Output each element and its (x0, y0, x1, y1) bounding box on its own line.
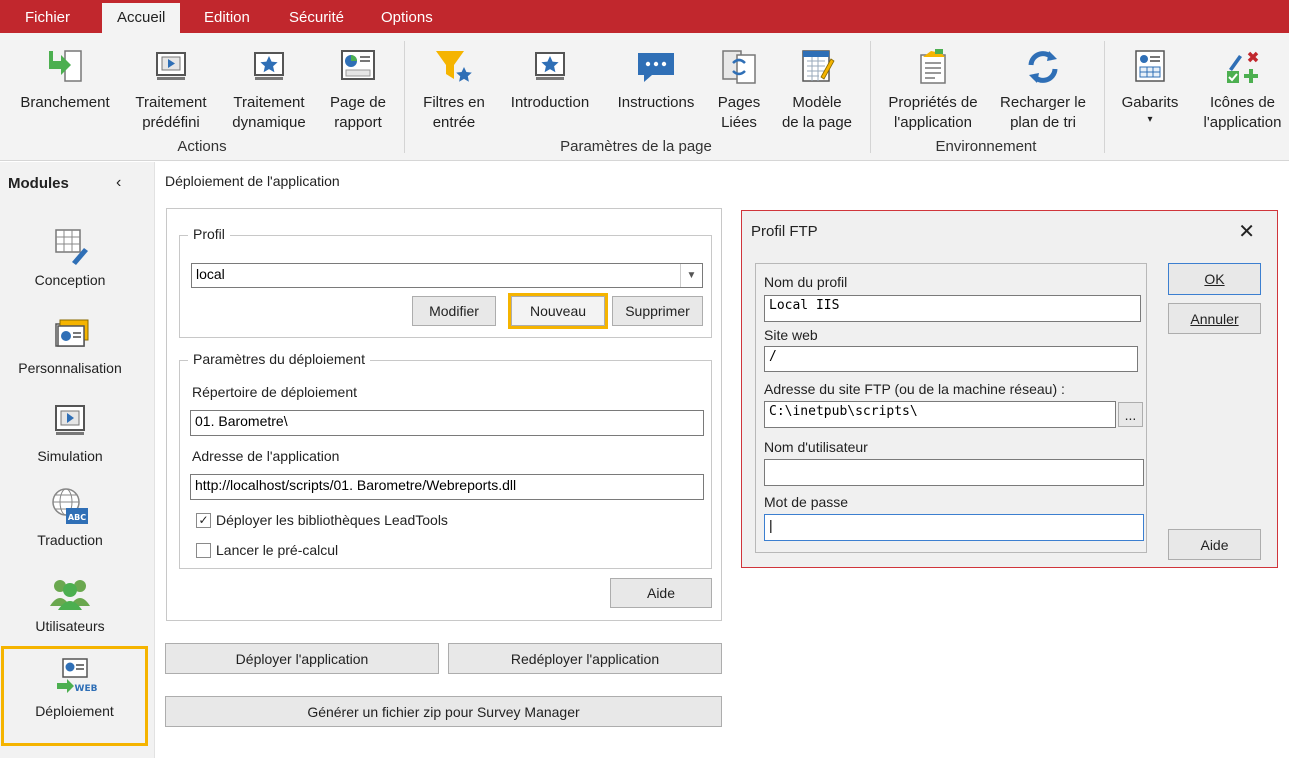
redeployer-button[interactable]: Redéployer l'application (448, 643, 722, 674)
star-monitor-icon (254, 52, 284, 80)
linked-pages-icon (722, 50, 756, 84)
template-stack-icon (1135, 50, 1165, 82)
nom-profil-label: Nom du profil (764, 274, 848, 290)
ribbon: Branchement Traitement prédéfini Traitem… (0, 33, 1289, 161)
star-monitor-icon (535, 52, 565, 80)
ribbon-separator (404, 41, 405, 153)
chevron-down-icon: ▾ (1147, 114, 1153, 125)
user-label: Nom d'utilisateur (764, 439, 868, 455)
deployer-button[interactable]: Déployer l'application (165, 643, 439, 674)
ftp-address-label: Adresse du site FTP (ou de la machine ré… (764, 381, 1065, 397)
introduction-button[interactable]: Introduction (502, 33, 598, 133)
instructions-button[interactable]: Instructions (608, 33, 704, 133)
page-template-icon (802, 50, 835, 82)
cards-icon (55, 319, 89, 347)
pages-liees-button[interactable]: Pages Liées (710, 33, 768, 133)
funnel-star-icon (436, 51, 472, 82)
params-fieldset: Paramètres du déploiement Répertoire de … (179, 351, 712, 569)
app-icons-icon (1226, 51, 1258, 83)
globe-abc-icon: ABC (52, 488, 88, 524)
dialog-aide-button[interactable]: Aide (1168, 529, 1261, 560)
tab-securite[interactable]: Sécurité (285, 5, 348, 33)
modifier-button[interactable]: Modifier (412, 296, 496, 326)
filtres-entree-button[interactable]: Filtres en entrée (414, 33, 494, 133)
modele-page-button[interactable]: Modèle de la page (776, 33, 858, 133)
grid-pencil-icon (55, 229, 88, 265)
profil-fieldset: Profil local ▼ Modifier Nouveau Supprime… (179, 226, 712, 338)
profil-legend: Profil (188, 226, 230, 242)
branchement-button[interactable]: Branchement (12, 33, 118, 133)
repertoire-label: Répertoire de déploiement (192, 384, 357, 400)
repertoire-input[interactable]: 01. Barometre\ (190, 410, 704, 436)
sidebar-item-conception[interactable]: Conception (0, 226, 140, 288)
supprimer-button[interactable]: Supprimer (612, 296, 703, 326)
site-web-label: Site web (764, 327, 818, 343)
abc-glyph: ABC (68, 513, 86, 522)
annuler-button[interactable]: Annuler (1168, 303, 1261, 334)
icones-application-button[interactable]: Icônes de l'application (1196, 33, 1289, 133)
precalcul-label: Lancer le pré-calcul (216, 542, 339, 558)
branch-arrow-icon (49, 50, 82, 82)
users-icon (50, 580, 90, 610)
user-input[interactable] (764, 459, 1144, 486)
dialog-title: Profil FTP (751, 223, 818, 240)
tab-fichier[interactable]: Fichier (21, 5, 74, 33)
sidebar-item-traduction[interactable]: ABC Traduction (0, 486, 140, 548)
properties-doc-icon (920, 49, 946, 84)
leadtools-label: Déployer les bibliothèques LeadTools (216, 512, 448, 528)
recharger-plan-button[interactable]: Recharger le plan de tri (994, 33, 1092, 133)
nom-profil-input[interactable]: Local IIS (764, 295, 1141, 322)
proprietes-button[interactable]: Propriétés de l'application (880, 33, 986, 133)
ftp-address-input[interactable]: C:\inetpub\scripts\ (764, 401, 1116, 428)
precalcul-checkbox[interactable] (196, 543, 211, 558)
ok-button[interactable]: OK (1168, 263, 1261, 295)
aide-button[interactable]: Aide (610, 578, 712, 608)
adresse-input[interactable]: http://localhost/scripts/01. Barometre/W… (190, 474, 704, 500)
traitement-predefini-button[interactable]: Traitement prédéfini (126, 33, 216, 133)
page-title: Déploiement de l'application (165, 173, 340, 189)
page-rapport-button[interactable]: Page de rapport (322, 33, 394, 133)
leadtools-checkbox[interactable]: ✓ (196, 513, 211, 528)
adresse-label: Adresse de l'application (192, 448, 340, 464)
params-legend: Paramètres du déploiement (188, 351, 370, 367)
sidebar-item-utilisateurs[interactable]: Utilisateurs (0, 572, 140, 634)
gabarits-button[interactable]: Gabarits ▾ (1114, 33, 1186, 133)
sidebar-title: Modules (8, 175, 69, 192)
env-group-label: Environnement (935, 138, 1037, 155)
nouveau-button[interactable]: Nouveau (508, 293, 608, 329)
ribbon-separator (1104, 41, 1105, 153)
monitor-play-icon (55, 405, 85, 435)
modules-sidebar: Modules ‹ Conception Personnalisation Si… (0, 162, 155, 758)
sidebar-item-deploiement[interactable]: WEB Déploiement (1, 646, 148, 746)
ribbon-tab-bar: Fichier Accueil Edition Sécurité Options (0, 0, 1289, 33)
sidebar-item-personnalisation[interactable]: Personnalisation (0, 314, 140, 376)
browse-button[interactable]: ... (1118, 402, 1143, 427)
tab-options[interactable]: Options (377, 5, 437, 33)
ribbon-separator (870, 41, 871, 153)
actions-group-label: Actions (177, 138, 227, 155)
password-label: Mot de passe (764, 494, 849, 510)
sidebar-item-simulation[interactable]: Simulation (0, 402, 140, 464)
password-input[interactable]: | (764, 514, 1144, 541)
refresh-icon (1028, 51, 1058, 83)
close-icon[interactable]: ✕ (1238, 219, 1255, 244)
profil-ftp-dialog: Profil FTP ✕ Nom du profil Local IIS Sit… (741, 210, 1278, 568)
page-group-label: Paramètres de la page (560, 138, 712, 155)
report-page-icon (341, 50, 375, 80)
collapse-sidebar-icon[interactable]: ‹ (116, 174, 121, 192)
web-deploy-icon: WEB (56, 658, 97, 694)
traitement-dynamique-button[interactable]: Traitement dynamique (224, 33, 314, 133)
web-glyph: WEB (74, 684, 96, 694)
chevron-down-icon[interactable]: ▼ (680, 264, 702, 287)
monitor-play-icon (156, 52, 186, 80)
deploy-panel: Profil local ▼ Modifier Nouveau Supprime… (166, 208, 722, 621)
chat-bubble-icon (638, 53, 674, 82)
site-web-input[interactable]: / (764, 346, 1138, 372)
profil-select[interactable]: local ▼ (191, 263, 703, 288)
tab-edition[interactable]: Edition (200, 5, 254, 33)
generer-zip-button[interactable]: Générer un fichier zip pour Survey Manag… (165, 696, 722, 727)
tab-accueil[interactable]: Accueil (102, 3, 181, 33)
dialog-form-panel: Nom du profil Local IIS Site web / Adres… (755, 263, 1147, 553)
